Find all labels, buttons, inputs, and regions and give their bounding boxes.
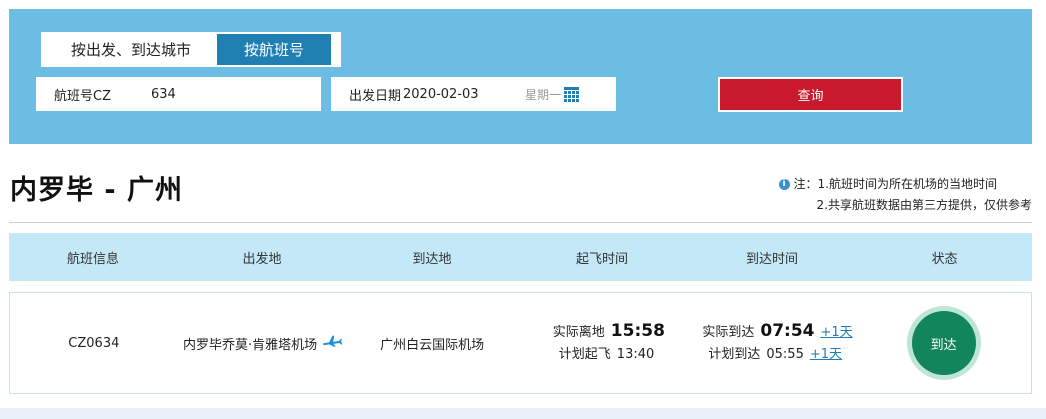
flight-number-field: 航班号CZ	[36, 77, 321, 111]
flight-number-input[interactable]	[151, 86, 321, 102]
notes: i 注：1.航班时间为所在机场的当地时间 2.共享航班数据由第三方提供，仅供参考	[778, 174, 1032, 216]
calendar-icon[interactable]	[564, 86, 580, 102]
table-row[interactable]: CZ0634 内罗毕乔莫·肯雅塔机场 广州白云国际机场 实际离地 15:58 计…	[9, 292, 1032, 394]
actual-arrival: 实际到达 07:54 +1天	[702, 320, 852, 344]
status-cell: 到达	[856, 293, 1031, 393]
actual-arrival-label: 实际到达	[702, 325, 755, 340]
arrival-times: 实际到达 07:54 +1天 计划到达 05:55 +1天	[690, 320, 852, 366]
info-icon: i	[778, 179, 790, 190]
destination-airport: 广州白云国际机场	[380, 337, 485, 353]
plane-icon	[322, 335, 343, 351]
search-mode-tabs: 按出发、到达城市 按航班号	[41, 32, 341, 67]
planned-arrival: 计划到达 05:55 +1天	[702, 344, 842, 366]
actual-arrival-plus-day: +1天	[820, 325, 853, 340]
planned-arrival-time: 05:55	[766, 347, 804, 362]
header-arrival-time: 到达时间	[745, 251, 798, 267]
departure-date-value[interactable]: 2020-02-03	[403, 87, 521, 102]
note-text-2: 2.共享航班数据由第三方提供，仅供参考	[816, 198, 1032, 212]
flight-number-cell: CZ0634	[10, 293, 178, 393]
search-button[interactable]: 查询	[718, 77, 903, 112]
note-text-1: 注：1.航班时间为所在机场的当地时间	[793, 177, 997, 191]
tab-by-city[interactable]: 按出发、到达城市	[45, 34, 217, 65]
flight-number-label: 航班号CZ	[54, 88, 111, 104]
planned-departure-label: 计划起飞	[558, 347, 611, 362]
departure-date-label: 出发日期	[349, 88, 402, 104]
header-flight-info: 航班信息	[66, 251, 119, 267]
planned-arrival-label: 计划到达	[708, 347, 761, 362]
planned-departure-time: 13:40	[616, 347, 655, 362]
planned-arrival-plus-day: +1天	[809, 347, 843, 362]
departure-times: 实际离地 15:58 计划起飞 13:40	[539, 320, 665, 366]
tab-by-flight[interactable]: 按航班号	[217, 34, 331, 65]
route-title: 内罗毕 - 广州	[10, 175, 184, 206]
header-departure-time: 起飞时间	[575, 251, 628, 267]
actual-departure-label: 实际离地	[552, 325, 605, 340]
header-origin: 出发地	[242, 251, 282, 267]
destination-cell: 广州白云国际机场	[347, 293, 517, 393]
flight-number: CZ0634	[68, 335, 120, 351]
header-status: 状态	[931, 251, 958, 267]
footer-strip	[0, 408, 1046, 419]
divider	[9, 222, 1032, 223]
status-badge: 到达	[911, 311, 976, 375]
actual-departure-time: 15:58	[610, 321, 665, 341]
departure-date-field[interactable]: 出发日期 2020-02-03 星期一	[331, 77, 616, 111]
origin-cell: 内罗毕乔莫·肯雅塔机场	[178, 293, 348, 393]
note-line-1: i 注：1.航班时间为所在机场的当地时间	[778, 174, 1032, 195]
note-line-2: 2.共享航班数据由第三方提供，仅供参考	[779, 195, 1032, 216]
departure-time-cell: 实际离地 15:58 计划起飞 13:40	[517, 293, 687, 393]
planned-departure: 计划起飞 13:40	[553, 344, 654, 366]
actual-departure: 实际离地 15:58	[553, 320, 665, 344]
header-destination: 到达地	[412, 251, 452, 267]
origin-airport: 内罗毕乔莫·肯雅塔机场	[182, 337, 318, 353]
arrival-time-cell: 实际到达 07:54 +1天 计划到达 05:55 +1天	[687, 293, 857, 393]
search-panel: 按出发、到达城市 按航班号 航班号CZ 出发日期 2020-02-03 星期一 …	[9, 9, 1032, 144]
weekday-label: 星期一	[525, 87, 562, 102]
table-header: 航班信息 出发地 到达地 起飞时间 到达时间 状态	[9, 233, 1032, 281]
actual-arrival-time: 07:54	[760, 321, 815, 341]
